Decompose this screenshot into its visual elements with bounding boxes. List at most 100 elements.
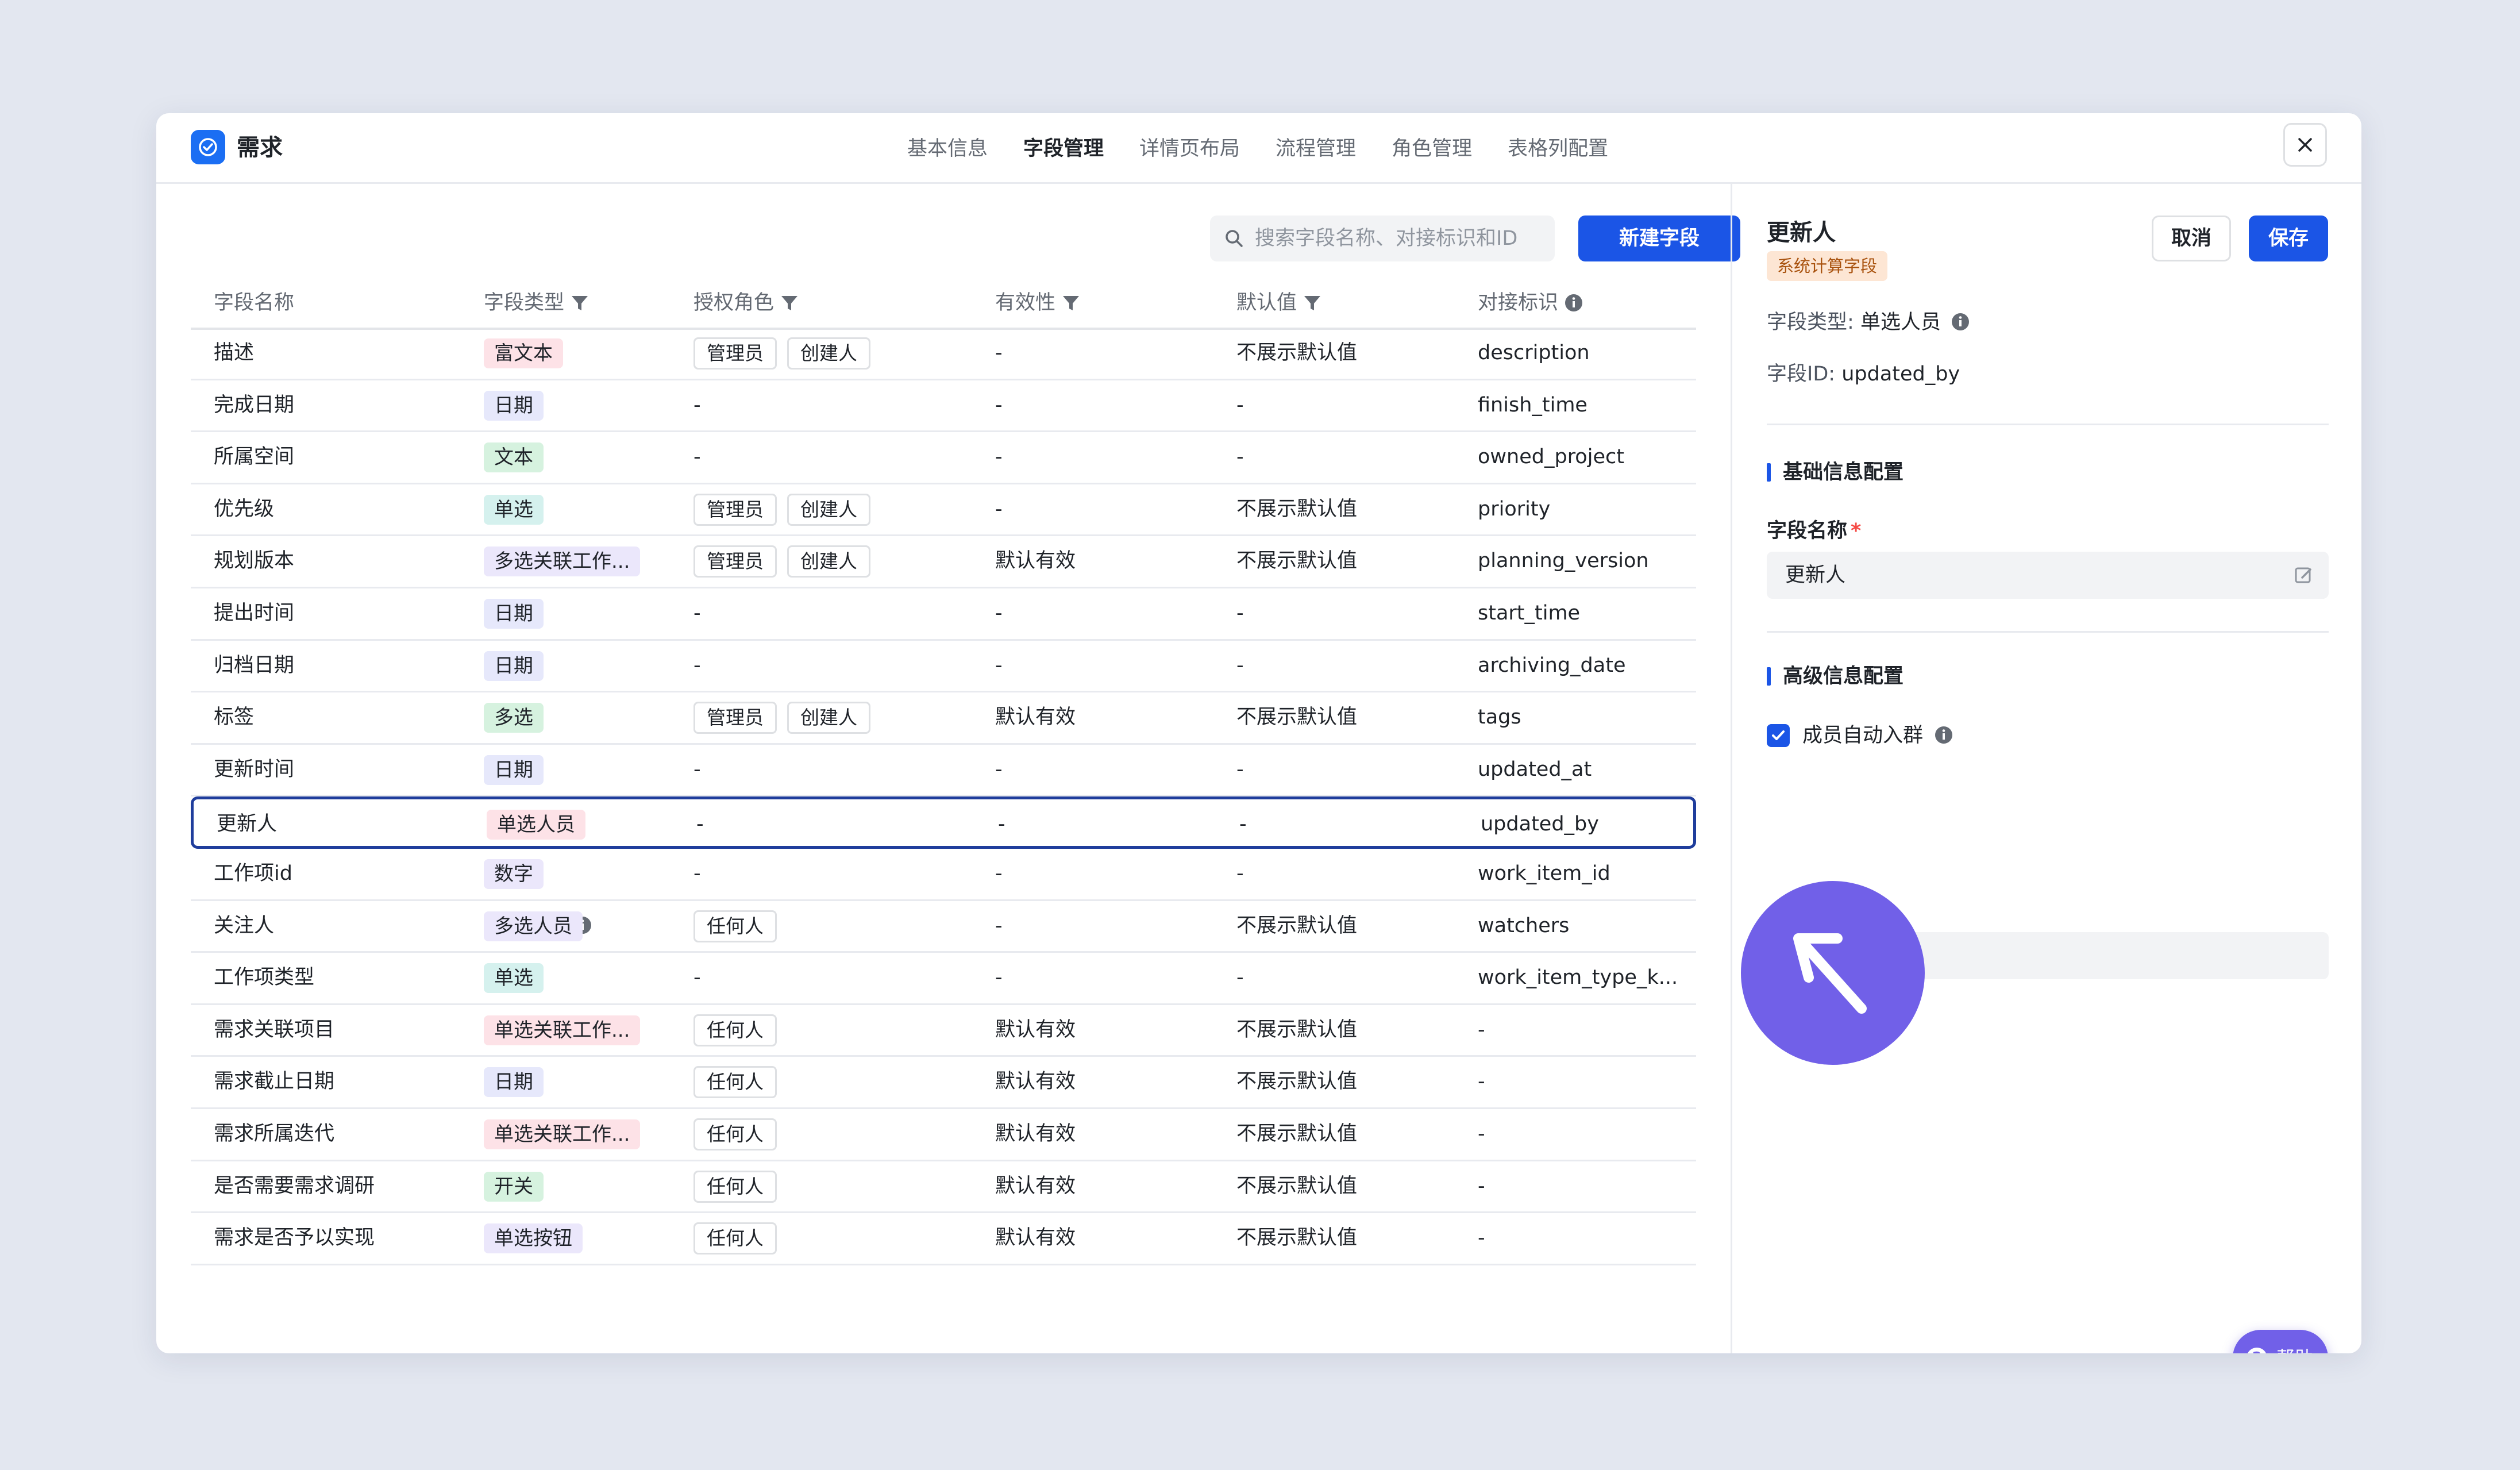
role-empty: - xyxy=(693,601,701,625)
tab-1[interactable]: 字段管理 xyxy=(1023,133,1104,165)
default-cell: 不展示默认值 xyxy=(1236,1226,1358,1250)
type-tag: 单选按钮 xyxy=(484,1223,583,1254)
table-row[interactable]: 标签 多选 管理员 创建人 默认有效 不展示默认值 tags xyxy=(191,692,1696,745)
filter-icon[interactable] xyxy=(1061,293,1081,313)
role-tag: 创建人 xyxy=(787,337,870,370)
field-name-cell: 优先级 xyxy=(214,497,275,521)
role-tag: 任何人 xyxy=(693,1066,777,1099)
table-row[interactable]: 提出时间 日期 - - - start_time xyxy=(191,588,1696,641)
field-type-cell: 日期 xyxy=(484,588,544,638)
auto-join-checkbox[interactable] xyxy=(1767,724,1790,747)
info-icon[interactable] xyxy=(1934,725,1953,745)
default-cell: 不展示默认值 xyxy=(1236,914,1358,937)
validity-cell: - xyxy=(995,601,1003,625)
type-tag: 单选人员 xyxy=(487,810,585,840)
close-button[interactable] xyxy=(2283,123,2327,167)
auto-join-label: 成员自动入群 xyxy=(1802,723,1953,748)
key-cell: work_item_id xyxy=(1478,861,1610,885)
new-field-button[interactable]: 新建字段 xyxy=(1578,216,1740,261)
role-tag: 任何人 xyxy=(693,1170,777,1203)
table-row[interactable]: 描述 富文本 管理员 创建人 - 不展示默认值 description xyxy=(191,328,1696,380)
table-row[interactable]: 优先级 单选 管理员 创建人 - 不展示默认值 priority xyxy=(191,484,1696,537)
field-type-cell: 富文本 xyxy=(484,328,563,378)
help-button[interactable]: ? 帮助 xyxy=(2233,1330,2328,1353)
field-name-cell: 关注人 xyxy=(214,914,275,937)
table-row[interactable]: 工作项类型 单选 - - - work_item_type_k... xyxy=(191,953,1696,1005)
role-tag: 创建人 xyxy=(787,545,870,578)
roles-cell: 任何人 xyxy=(693,1213,787,1263)
tab-0[interactable]: 基本信息 xyxy=(907,133,988,165)
table-row[interactable]: 所属空间 文本 - - - owned_project xyxy=(191,432,1696,484)
key-cell: - xyxy=(1478,1226,1485,1250)
tab-3[interactable]: 流程管理 xyxy=(1276,133,1356,165)
field-type-cell: 数字 xyxy=(484,849,544,898)
table-row[interactable]: 需求所属迭代 单选关联工作... 任何人 默认有效 不展示默认值 - xyxy=(191,1109,1696,1161)
info-icon[interactable] xyxy=(1951,312,1970,332)
key-cell: updated_at xyxy=(1478,757,1592,781)
type-tag: 日期 xyxy=(484,390,544,421)
field-type-cell: 单选人员 xyxy=(487,799,585,849)
key-cell: - xyxy=(1478,1122,1485,1145)
field-name-cell: 需求截止日期 xyxy=(214,1070,335,1094)
field-name-cell: 需求所属迭代 xyxy=(214,1122,335,1145)
table-row[interactable]: 规划版本 多选关联工作... 管理员 创建人 默认有效 不展示默认值 planning_ve… xyxy=(191,536,1696,588)
filter-icon[interactable] xyxy=(1303,293,1322,313)
default-cell: 不展示默认值 xyxy=(1236,1070,1358,1094)
cursor-indicator xyxy=(1741,881,1925,1065)
field-type-cell: 单选 xyxy=(484,953,544,1002)
divider xyxy=(1767,631,2329,633)
type-tag: 单选关联工作... xyxy=(484,1015,641,1045)
table-row[interactable]: 是否需要需求调研 开关 任何人 默认有效 不展示默认值 - xyxy=(191,1161,1696,1214)
search-box[interactable] xyxy=(1210,216,1555,261)
type-tag: 单选 xyxy=(484,494,544,525)
table-row[interactable]: 更新时间 日期 - - - updated_at xyxy=(191,745,1696,797)
column-header-validity[interactable]: 有效性 xyxy=(995,279,1081,328)
filter-icon[interactable] xyxy=(780,293,799,313)
validity-cell: - xyxy=(995,341,1003,364)
key-cell: - xyxy=(1478,1018,1485,1041)
role-empty: - xyxy=(693,757,701,781)
filter-icon[interactable] xyxy=(570,293,589,313)
field-list-panel: 新建字段 字段名称 字段类型 授权角色 有效性 默认值 对接标识 描述富文本管理… xyxy=(156,182,1740,1353)
roles-cell: 任何人 xyxy=(693,1161,787,1211)
edit-icon[interactable] xyxy=(2294,565,2314,585)
field-type-cell: 多选 xyxy=(484,692,544,742)
table-row[interactable]: 归档日期 日期 - - - archiving_date xyxy=(191,641,1696,693)
field-name-input[interactable]: 更新人 xyxy=(1767,552,2329,599)
column-header-key: 对接标识 xyxy=(1478,279,1583,328)
search-input[interactable] xyxy=(1255,216,1542,261)
default-cell: - xyxy=(1236,861,1244,885)
cancel-button[interactable]: 取消 xyxy=(2152,216,2231,261)
roles-cell: 任何人 xyxy=(693,1057,787,1106)
role-empty: - xyxy=(693,393,701,417)
roles-cell: 管理员 创建人 xyxy=(693,484,881,534)
column-header-default[interactable]: 默认值 xyxy=(1236,279,1322,328)
column-header-roles[interactable]: 授权角色 xyxy=(693,279,799,328)
tab-2[interactable]: 详情页布局 xyxy=(1139,133,1240,165)
validity-cell: 默认有效 xyxy=(995,1122,1076,1145)
save-button[interactable]: 保存 xyxy=(2249,216,2328,261)
table-row[interactable]: 需求截止日期 日期 任何人 默认有效 不展示默认值 - xyxy=(191,1057,1696,1109)
role-tag: 任何人 xyxy=(693,910,777,942)
validity-cell: - xyxy=(995,393,1003,417)
type-tag: 日期 xyxy=(484,651,544,681)
table-row[interactable]: 更新人 单选人员 - - - updated_by xyxy=(191,796,1696,849)
table-row[interactable]: 需求关联项目 单选关联工作... 任何人 默认有效 不展示默认值 - xyxy=(191,1005,1696,1057)
table-row[interactable]: 需求是否予以实现 单选按钮 任何人 默认有效 不展示默认值 - xyxy=(191,1213,1696,1265)
roles-cell: - xyxy=(693,849,701,898)
tab-5[interactable]: 表格列配置 xyxy=(1508,133,1608,165)
field-type-cell: 单选按钮 xyxy=(484,1213,583,1263)
default-cell: 不展示默认值 xyxy=(1236,1018,1358,1041)
validity-cell: 默认有效 xyxy=(995,1018,1076,1041)
tab-4[interactable]: 角色管理 xyxy=(1392,133,1472,165)
type-tag: 日期 xyxy=(484,1067,544,1098)
validity-cell: - xyxy=(995,757,1003,781)
table-row[interactable]: 完成日期 日期 - - - finish_time xyxy=(191,380,1696,433)
field-name-cell: 工作项id xyxy=(214,861,292,885)
column-header-type[interactable]: 字段类型 xyxy=(484,279,589,328)
roles-cell: 管理员 创建人 xyxy=(693,536,881,586)
validity-cell: - xyxy=(995,966,1003,990)
table-row[interactable]: 工作项id 数字 - - - work_item_id xyxy=(191,849,1696,901)
info-icon[interactable] xyxy=(1564,293,1583,313)
table-row[interactable]: 关注人 多选人员 任何人 - 不展示默认值 watchers xyxy=(191,901,1696,953)
